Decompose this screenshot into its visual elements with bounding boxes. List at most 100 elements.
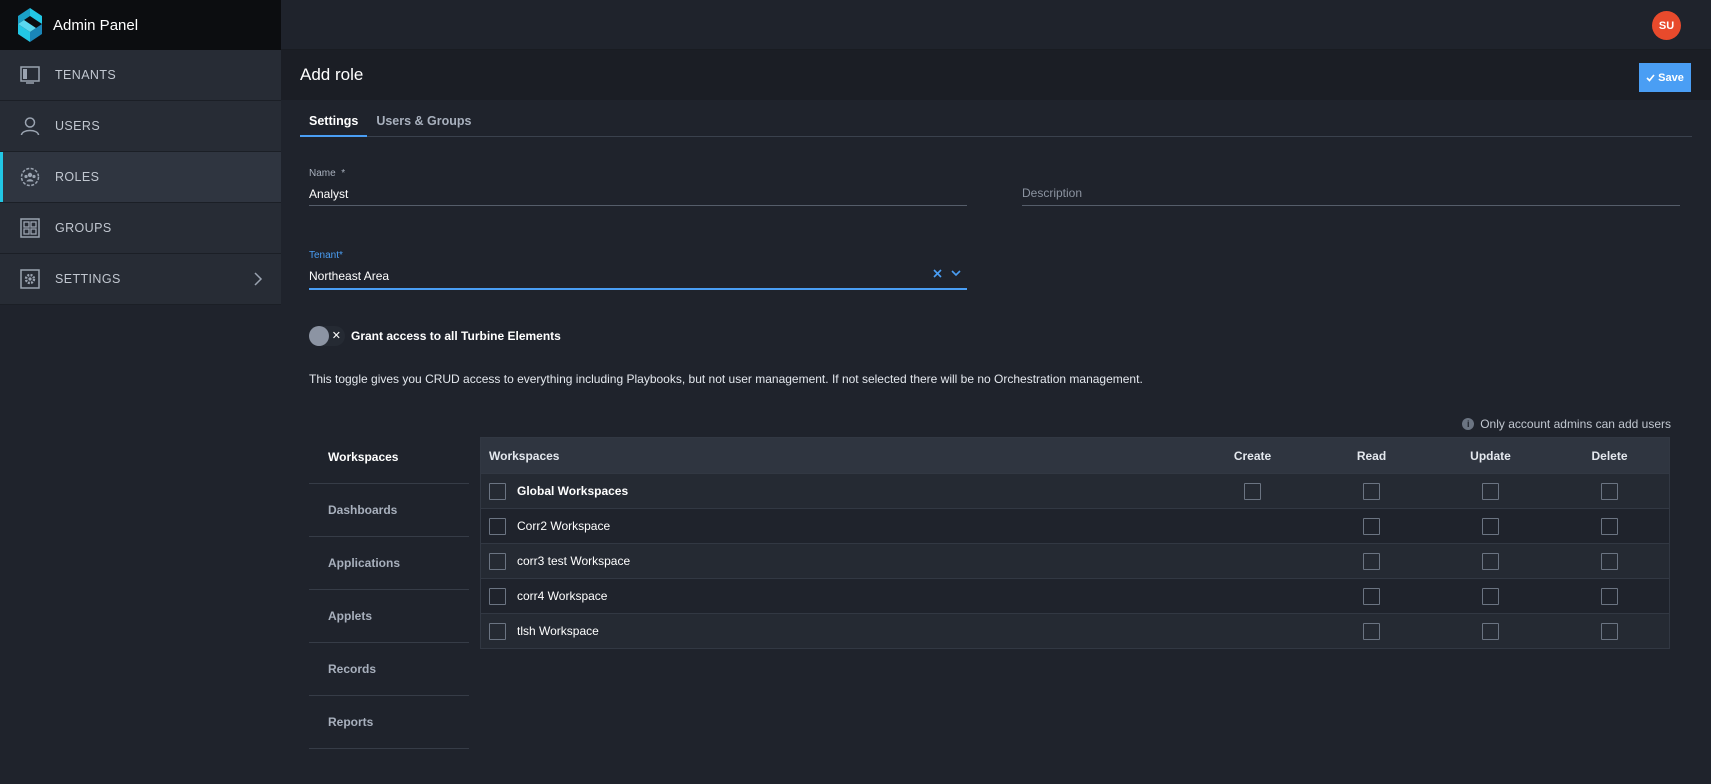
read-cell bbox=[1312, 622, 1431, 640]
tenant-underline bbox=[309, 288, 967, 290]
update-checkbox[interactable] bbox=[1482, 517, 1499, 535]
workspace-name-cell: corr3 test Workspace bbox=[481, 552, 1193, 570]
required-marker: * bbox=[341, 168, 346, 179]
permissions-table: Workspaces Create Read Update Delete Glo… bbox=[480, 437, 1670, 649]
update-cell bbox=[1431, 587, 1550, 605]
create-checkbox[interactable] bbox=[1244, 482, 1261, 500]
name-value: Analyst bbox=[309, 187, 349, 201]
read-cell bbox=[1312, 482, 1431, 500]
update-checkbox[interactable] bbox=[1482, 622, 1499, 640]
delete-checkbox[interactable] bbox=[1601, 622, 1618, 640]
description-field[interactable]: Description bbox=[1022, 168, 1680, 206]
sidebar-item-label: GROUPS bbox=[55, 221, 112, 235]
sidebar-item-label: SETTINGS bbox=[55, 272, 121, 286]
clear-icon[interactable] bbox=[933, 269, 942, 278]
logo-icon bbox=[18, 8, 42, 42]
delete-checkbox[interactable] bbox=[1601, 517, 1618, 535]
sidebar-item-label: ROLES bbox=[55, 170, 100, 184]
user-icon bbox=[20, 116, 40, 136]
read-checkbox[interactable] bbox=[1363, 587, 1380, 605]
row-select-checkbox[interactable] bbox=[489, 517, 506, 535]
sidebar-nav: TENANTS USERS ROLES GROUPS SETTINGS bbox=[0, 50, 281, 305]
column-header-create: Create bbox=[1233, 448, 1272, 463]
delete-checkbox[interactable] bbox=[1601, 482, 1618, 500]
side-tab-workspaces[interactable]: Workspaces bbox=[309, 431, 469, 484]
read-cell bbox=[1312, 552, 1431, 570]
row-select-checkbox[interactable] bbox=[489, 587, 506, 605]
delete-checkbox[interactable] bbox=[1601, 587, 1618, 605]
check-icon bbox=[1646, 73, 1655, 82]
sidebar-item-tenants[interactable]: TENANTS bbox=[0, 50, 281, 101]
sidebar-item-users[interactable]: USERS bbox=[0, 101, 281, 152]
toggle-help-text: This toggle gives you CRUD access to eve… bbox=[309, 372, 1143, 386]
create-cell bbox=[1193, 482, 1312, 500]
read-checkbox[interactable] bbox=[1363, 482, 1380, 500]
chevron-down-icon[interactable] bbox=[951, 270, 961, 277]
sidebar-item-roles[interactable]: ROLES bbox=[0, 152, 281, 203]
name-field[interactable]: Name * Analyst bbox=[309, 168, 967, 206]
toggle-label: Grant access to all Turbine Elements bbox=[351, 329, 561, 343]
update-checkbox[interactable] bbox=[1482, 552, 1499, 570]
row-select-checkbox[interactable] bbox=[489, 622, 506, 640]
tab-settings[interactable]: Settings bbox=[300, 113, 368, 137]
update-cell bbox=[1431, 622, 1550, 640]
table-row: Corr2 Workspace bbox=[481, 508, 1669, 543]
toggle-off-icon: ✕ bbox=[331, 330, 341, 342]
element-type-tabs: Workspaces Dashboards Applications Apple… bbox=[309, 431, 469, 749]
sidebar-item-label: TENANTS bbox=[55, 68, 117, 82]
table-header: Workspaces Create Read Update Delete bbox=[481, 438, 1669, 473]
toggle-knob bbox=[309, 326, 329, 346]
update-cell bbox=[1431, 517, 1550, 535]
gear-icon bbox=[20, 269, 40, 289]
read-cell bbox=[1312, 587, 1431, 605]
sidebar-item-label: USERS bbox=[55, 119, 101, 133]
table-row: corr4 Workspace bbox=[481, 578, 1669, 613]
top-bar: SU bbox=[281, 0, 1711, 50]
admin-note-text: Only account admins can add users bbox=[1480, 417, 1671, 431]
workspace-name-cell: Global Workspaces bbox=[481, 482, 1193, 500]
side-tab-applications[interactable]: Applications bbox=[309, 537, 469, 590]
read-checkbox[interactable] bbox=[1363, 517, 1380, 535]
tab-users-groups[interactable]: Users & Groups bbox=[367, 113, 480, 137]
update-cell bbox=[1431, 482, 1550, 500]
delete-cell bbox=[1550, 482, 1669, 500]
sidebar-item-groups[interactable]: GROUPS bbox=[0, 203, 281, 254]
side-tab-records[interactable]: Records bbox=[309, 643, 469, 696]
side-tab-dashboards[interactable]: Dashboards bbox=[309, 484, 469, 537]
groups-icon bbox=[20, 218, 40, 238]
brand[interactable]: Admin Panel bbox=[0, 0, 281, 50]
read-checkbox[interactable] bbox=[1363, 552, 1380, 570]
app-title: Admin Panel bbox=[53, 16, 139, 34]
description-underline bbox=[1022, 205, 1680, 206]
workspace-name-cell: corr4 Workspace bbox=[481, 587, 1193, 605]
update-checkbox[interactable] bbox=[1482, 482, 1499, 500]
column-header-workspaces: Workspaces bbox=[489, 448, 560, 463]
avatar[interactable]: SU bbox=[1652, 11, 1681, 40]
tenant-value: Northeast Area bbox=[309, 269, 390, 283]
tenants-icon bbox=[20, 65, 40, 85]
name-underline bbox=[309, 205, 967, 206]
update-checkbox[interactable] bbox=[1482, 587, 1499, 605]
column-header-read: Read bbox=[1356, 448, 1387, 463]
row-select-checkbox[interactable] bbox=[489, 482, 506, 500]
delete-cell bbox=[1550, 622, 1669, 640]
column-header-update: Update bbox=[1470, 448, 1511, 463]
read-checkbox[interactable] bbox=[1363, 622, 1380, 640]
table-row: tlsh Workspace bbox=[481, 613, 1669, 648]
side-tab-applets[interactable]: Applets bbox=[309, 590, 469, 643]
admin-app: Admin Panel TENANTS USERS ROLES GROUPS S… bbox=[0, 0, 1711, 784]
delete-checkbox[interactable] bbox=[1601, 552, 1618, 570]
side-tab-reports[interactable]: Reports bbox=[309, 696, 469, 749]
column-header-delete: Delete bbox=[1591, 448, 1628, 463]
tenant-select[interactable]: Tenant* Northeast Area bbox=[309, 250, 967, 290]
admin-note: i Only account admins can add users bbox=[1462, 417, 1671, 431]
row-select-checkbox[interactable] bbox=[489, 552, 506, 570]
sidebar: Admin Panel TENANTS USERS ROLES GROUPS S… bbox=[0, 0, 281, 784]
save-button[interactable]: Save bbox=[1639, 63, 1691, 92]
table-row: Global Workspaces bbox=[481, 473, 1669, 508]
grant-access-toggle[interactable]: ✕ bbox=[309, 326, 345, 346]
page-header: Add role Save bbox=[281, 50, 1711, 100]
update-cell bbox=[1431, 552, 1550, 570]
sidebar-item-settings[interactable]: SETTINGS bbox=[0, 254, 281, 305]
workspace-name-cell: tlsh Workspace bbox=[481, 622, 1193, 640]
